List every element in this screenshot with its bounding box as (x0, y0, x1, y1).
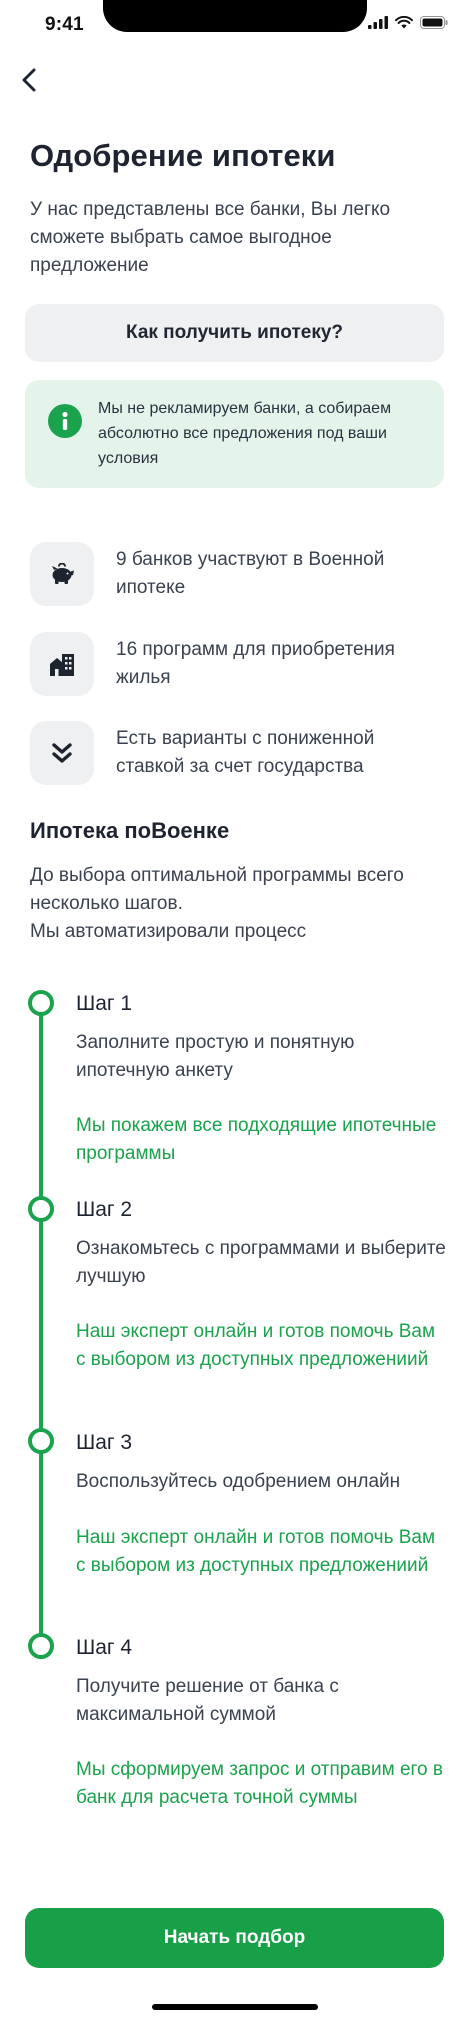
how-to-get-mortgage-button[interactable]: Как получить ипотеку? (25, 304, 444, 362)
step-marker (28, 1196, 54, 1222)
step-marker (28, 1428, 54, 1454)
step-2-title: Шаг 2 (76, 1198, 133, 1221)
feature-reduced-rate-text: Есть варианты с пониженной ставкой за сч… (116, 728, 375, 777)
piggy-bank-icon (30, 542, 94, 606)
step-3-title: Шаг 3 (76, 1431, 133, 1454)
step-marker (28, 990, 54, 1016)
home-indicator (152, 2004, 318, 2010)
back-button[interactable] (22, 62, 62, 98)
step-1-description: Заполните простую и понятную ипотечную а… (76, 1032, 355, 1081)
info-card: Мы не рекламируем банки, а собираем абсо… (25, 380, 444, 488)
section-description-line: До выбора оптимальной программы всего не… (30, 865, 404, 914)
section-description: До выбора оптимальной программы всего не… (30, 862, 430, 946)
step-3-description: Воспользуйтесь одобрением онлайн (76, 1471, 401, 1492)
device-notch (103, 0, 367, 32)
step-marker (28, 1633, 54, 1659)
info-icon (48, 404, 82, 438)
page-subtitle: У нас представлены все банки, Вы легко с… (30, 199, 391, 276)
double-chevron-down-icon (30, 721, 94, 785)
step-3-note: Наш эксперт онлайн и готов помочь Вам с … (76, 1527, 436, 1576)
info-card-text: Мы не рекламируем банки, а собираем абсо… (98, 400, 392, 467)
step-1-note: Мы покажем все подходящие ипотечные прог… (76, 1115, 437, 1164)
feature-programs-text: 16 программ для приобретения жилья (116, 639, 395, 688)
section-description-line: Мы автоматизировали процесс (30, 921, 307, 942)
feature-banks: 9 банков участвуют в Военной ипотеке (30, 542, 440, 606)
status-time: 9:41 (45, 14, 84, 35)
step-4-note: Мы сформируем запрос и отправим его в ба… (76, 1759, 443, 1808)
step-2-note: Наш эксперт онлайн и готов помочь Вам с … (76, 1321, 436, 1370)
step-2-description: Ознакомьтесь с программами и выберите лу… (76, 1238, 446, 1287)
buildings-icon (30, 632, 94, 696)
start-selection-button[interactable]: Начать подбор (25, 1908, 444, 1968)
status-bar: 9:41 (0, 0, 470, 52)
battery-icon (420, 16, 448, 29)
feature-reduced-rate: Есть варианты с пониженной ставкой за сч… (30, 721, 440, 785)
step-1-title: Шаг 1 (76, 992, 133, 1015)
status-icons (368, 16, 448, 29)
section-title: Ипотека поВоенке (30, 818, 230, 843)
step-4-description: Получите решение от банка с максимальной… (76, 1676, 339, 1725)
wifi-icon (395, 16, 413, 29)
step-4-title: Шаг 4 (76, 1636, 133, 1659)
page-title: Одобрение ипотеки (30, 138, 336, 173)
signal-icon (368, 16, 388, 29)
timeline-line (39, 1000, 43, 1643)
chevron-left-icon (22, 68, 36, 92)
feature-banks-text: 9 банков участвуют в Военной ипотеке (116, 549, 385, 598)
feature-programs: 16 программ для приобретения жилья (30, 632, 440, 696)
